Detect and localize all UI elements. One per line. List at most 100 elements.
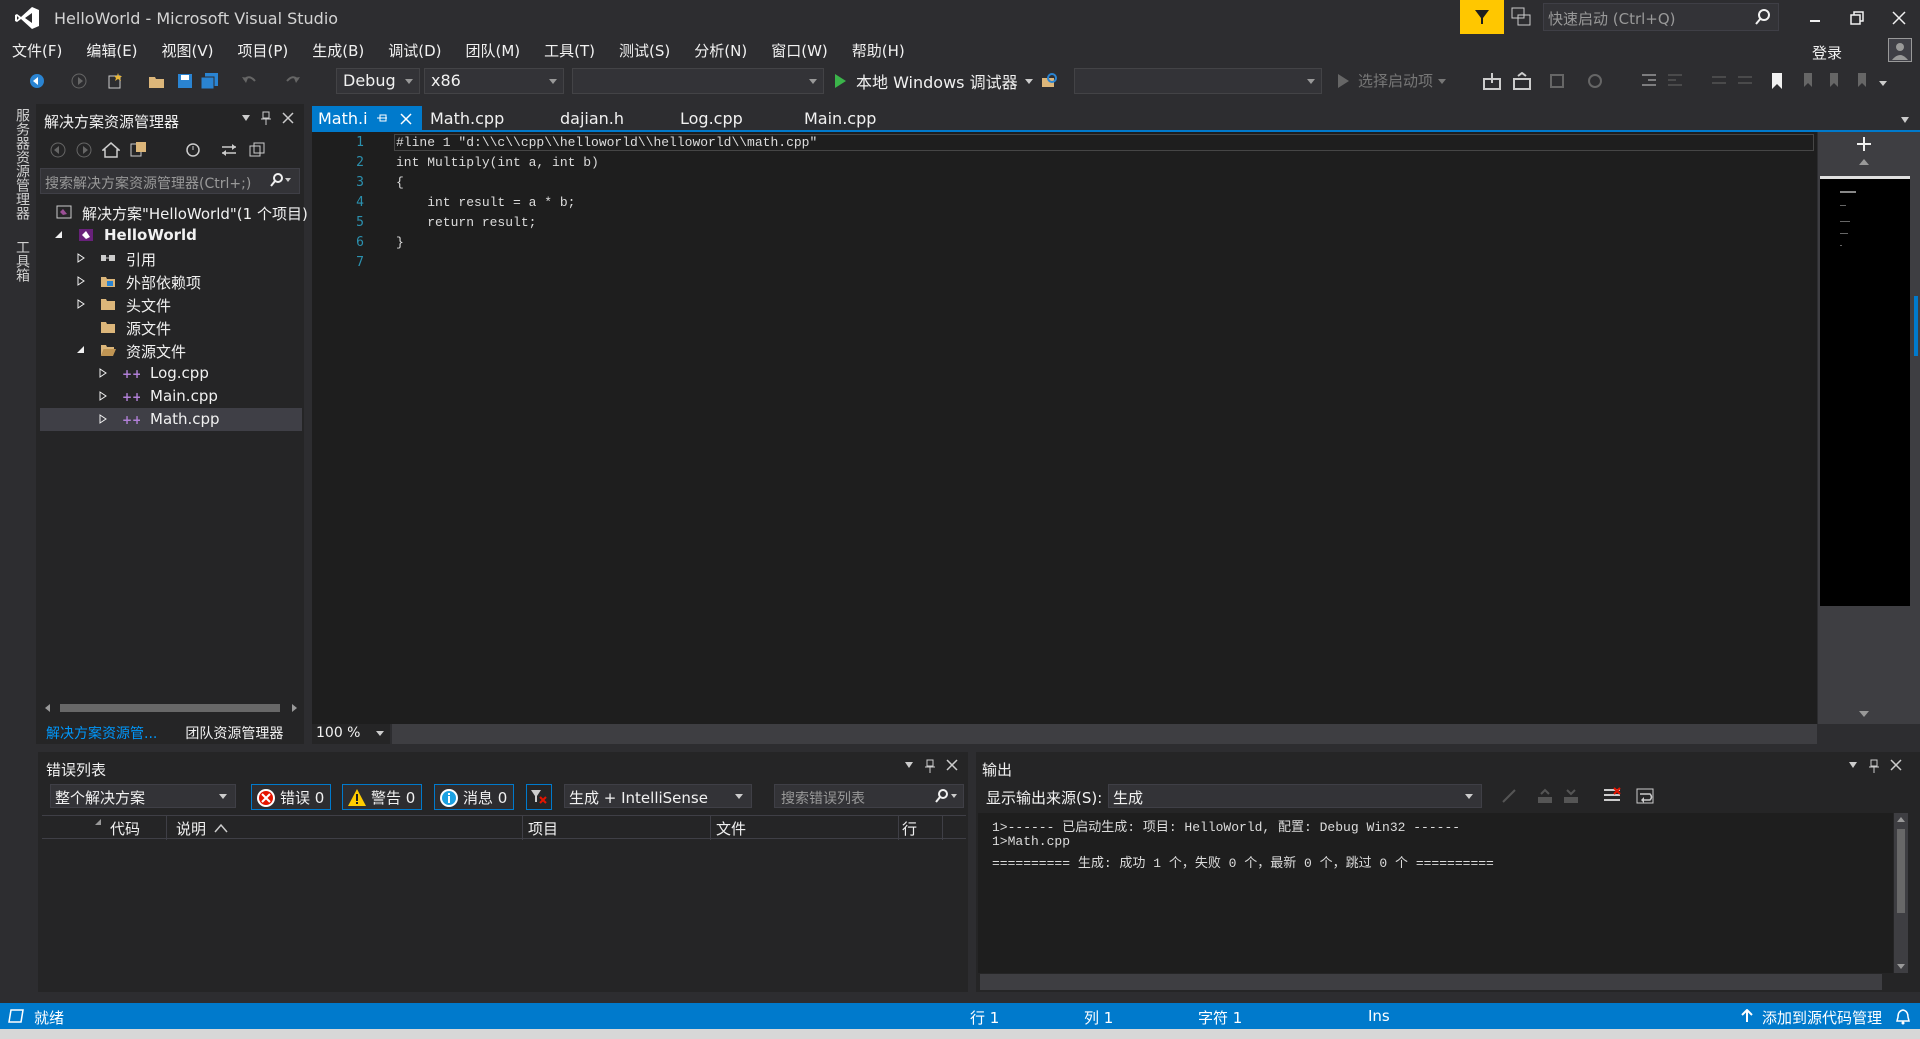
menu-view[interactable]: 视图(V): [150, 38, 226, 64]
menu-window[interactable]: 窗口(W): [759, 38, 840, 64]
breakpoints-icon[interactable]: [1586, 72, 1604, 90]
indent-icon[interactable]: [1640, 72, 1658, 90]
error-list-search-input[interactable]: 搜索错误列表: [774, 784, 964, 808]
clear-all-icon[interactable]: [1602, 786, 1622, 806]
previous-bookmark-icon[interactable]: [1798, 72, 1816, 90]
feedback-icon[interactable]: [1510, 6, 1532, 28]
menu-analyze[interactable]: 分析(N): [682, 38, 759, 64]
column-file[interactable]: 文件: [716, 818, 746, 839]
find-combo[interactable]: [1074, 68, 1322, 94]
next-bookmark-icon[interactable]: [1824, 72, 1842, 90]
collapsed-arrow-icon[interactable]: [76, 276, 86, 286]
server-explorer-tab[interactable]: 服务器资源管理器: [12, 108, 32, 220]
menu-help[interactable]: 帮助(H): [840, 38, 917, 64]
tree-item-references[interactable]: 引用: [40, 247, 302, 270]
close-tab-icon[interactable]: [400, 113, 412, 125]
panel-menu-chevron-icon[interactable]: [904, 759, 914, 771]
expanded-arrow-icon[interactable]: [54, 230, 64, 240]
tree-item-log-cpp[interactable]: ++ Log.cpp: [40, 362, 302, 385]
redo-icon[interactable]: [284, 72, 302, 90]
panel-menu-chevron-icon[interactable]: [241, 114, 251, 122]
find-in-files-icon[interactable]: [1040, 72, 1058, 90]
back-icon[interactable]: [50, 142, 66, 158]
previous-message-icon[interactable]: [1536, 787, 1554, 805]
tree-item-source-files[interactable]: 源文件: [40, 316, 302, 339]
solution-platform-select[interactable]: x86: [424, 68, 564, 94]
close-panel-icon[interactable]: [946, 759, 958, 771]
undo-icon[interactable]: [240, 72, 258, 90]
collapse-all-icon[interactable]: [248, 141, 266, 159]
uncomment-icon[interactable]: [1736, 72, 1754, 90]
code-text-area[interactable]: #line 1 "d:\\c\\cpp\\helloworld\\hellowo…: [396, 132, 1812, 724]
tree-item-main-cpp[interactable]: ++ Main.cpp: [40, 385, 302, 408]
forward-icon[interactable]: [76, 142, 92, 158]
panel-menu-chevron-icon[interactable]: [1848, 759, 1858, 771]
build-solution-icon[interactable]: [1482, 72, 1502, 90]
menu-project[interactable]: 项目(P): [226, 38, 301, 64]
column-divider[interactable]: [942, 816, 943, 840]
tab-overflow-chevron-icon[interactable]: [1900, 116, 1910, 124]
column-line[interactable]: 行: [902, 818, 917, 839]
collapsed-arrow-icon[interactable]: [76, 253, 86, 263]
expanded-arrow-icon[interactable]: [76, 345, 86, 355]
pin-icon[interactable]: [260, 111, 272, 125]
startup-item-select[interactable]: [572, 68, 824, 94]
menu-test[interactable]: 测试(S): [607, 38, 682, 64]
menu-edit[interactable]: 编辑(E): [74, 38, 149, 64]
comment-icon[interactable]: [1710, 72, 1728, 90]
quick-launch-input[interactable]: 快速启动 (Ctrl+Q): [1543, 3, 1779, 31]
column-divider[interactable]: [522, 816, 523, 840]
tree-item-project[interactable]: HelloWorld: [40, 224, 302, 247]
tree-item-resource-files[interactable]: 资源文件: [40, 339, 302, 362]
column-description[interactable]: 说明: [176, 818, 206, 839]
solution-configuration-select[interactable]: Debug: [336, 68, 420, 94]
close-panel-icon[interactable]: [1890, 759, 1902, 771]
search-icon[interactable]: [933, 788, 959, 804]
start-debugging-button[interactable]: 本地 Windows 调试器: [832, 68, 1034, 94]
tab-log-cpp[interactable]: Log.cpp: [674, 106, 749, 132]
split-window-icon[interactable]: [1856, 136, 1872, 152]
new-project-icon[interactable]: [106, 72, 124, 90]
editor-minimap-scrollbar[interactable]: [1818, 132, 1912, 724]
output-source-select[interactable]: 生成: [1108, 784, 1482, 808]
minimap-viewport[interactable]: [1820, 176, 1910, 606]
scroll-up-arrow-icon[interactable]: [1858, 158, 1870, 166]
tab-solution-explorer[interactable]: 解决方案资源管...: [36, 721, 167, 745]
output-text-area[interactable]: 1>------ 已启动生成: 项目: HelloWorld, 配置: Debu…: [978, 813, 1893, 973]
pending-changes-filter-icon[interactable]: [184, 141, 202, 159]
column-code[interactable]: 代码: [110, 818, 140, 839]
notifications-icon[interactable]: [1896, 1009, 1910, 1025]
bookmark-icon[interactable]: [1770, 72, 1784, 90]
home-icon[interactable]: [102, 141, 120, 159]
pin-icon[interactable]: [924, 759, 936, 773]
scroll-down-arrow-icon[interactable]: [1858, 710, 1870, 718]
search-icon[interactable]: [1754, 8, 1772, 26]
toolbox-tab[interactable]: 工具箱: [12, 240, 32, 282]
next-message-icon[interactable]: [1562, 787, 1580, 805]
open-file-icon[interactable]: [148, 72, 166, 90]
navigate-back-icon[interactable]: [28, 72, 46, 90]
minimize-button[interactable]: [1795, 4, 1835, 32]
errors-filter-button[interactable]: 错误 0: [251, 784, 332, 810]
navigate-forward-icon[interactable]: [70, 72, 88, 90]
warnings-filter-button[interactable]: 警告 0: [342, 784, 423, 810]
menu-team[interactable]: 团队(M): [454, 38, 533, 64]
tab-math-cpp[interactable]: Math.cpp: [424, 106, 510, 132]
tab-dajian-h[interactable]: dajian.h: [554, 106, 630, 132]
toggle-word-wrap-icon[interactable]: [1636, 786, 1656, 806]
save-icon[interactable]: [176, 72, 194, 90]
tab-main-cpp[interactable]: Main.cpp: [798, 106, 882, 132]
pin-icon[interactable]: [1868, 759, 1880, 773]
find-message-in-code-icon[interactable]: [1500, 787, 1518, 805]
close-button[interactable]: [1879, 4, 1919, 32]
search-icon[interactable]: [265, 172, 293, 188]
sign-in-link[interactable]: 登录: [1812, 42, 1842, 63]
build-intellisense-select[interactable]: 生成 + IntelliSense: [564, 784, 752, 808]
error-scope-select[interactable]: 整个解决方案: [50, 784, 236, 808]
column-divider[interactable]: [710, 816, 711, 840]
notification-flag-button[interactable]: [1460, 0, 1504, 34]
menu-build[interactable]: 生成(B): [300, 38, 376, 64]
menu-debug[interactable]: 调试(D): [376, 38, 453, 64]
upload-arrow-icon[interactable]: [1740, 1009, 1754, 1023]
solution-explorer-horizontal-scrollbar[interactable]: [42, 700, 300, 716]
